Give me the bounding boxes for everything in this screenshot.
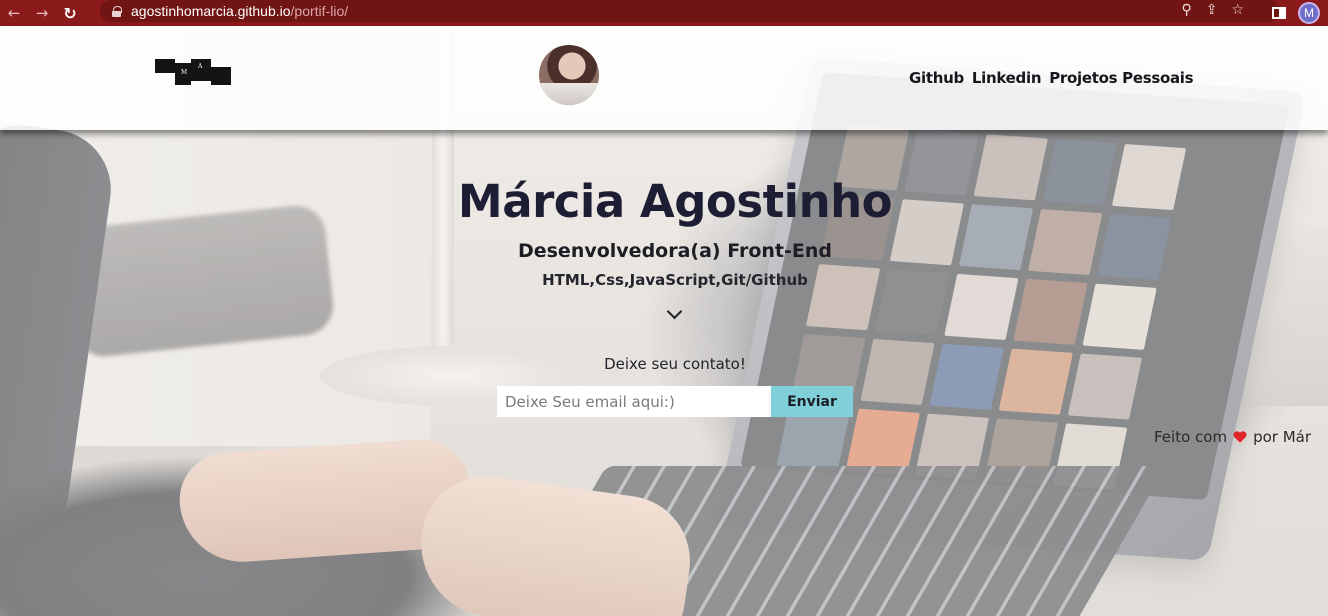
role-subtitle: Desenvolvedora(a) Front-End [517,240,833,262]
email-field[interactable] [497,386,771,417]
url-path: /portif-lio/ [290,3,349,19]
site-header: M A Github Linkedin Projetos Pessoais [0,26,1328,130]
browser-actions: M [1272,0,1320,26]
nav-link-linkedin[interactable]: Linkedin [972,69,1042,87]
profile-photo [539,45,599,105]
browser-toolbar: ← → ↻ agostinhomarcia.github.io/portif-l… [0,0,1328,26]
footer-prefix: Feito com [1154,428,1228,446]
sidepanel-icon[interactable] [1272,7,1286,19]
profile-avatar[interactable]: M [1298,2,1320,24]
nav-link-projetos[interactable]: Projetos Pessoais [1049,69,1193,87]
url-domain: agostinhomarcia.github.io [131,3,291,19]
hero-content: Márcia Agostinho Desenvolvedora(a) Front… [0,130,1328,616]
url-actions: ⚲ ⇪ ☆ [1181,2,1244,18]
logo-letter-m: M [181,69,188,76]
main-nav: Github Linkedin Projetos Pessoais [909,69,1194,87]
forward-icon[interactable]: → [28,0,56,26]
star-icon[interactable]: ☆ [1231,2,1244,18]
address-bar[interactable]: agostinhomarcia.github.io/portif-lio/ ⚲ … [100,0,1280,22]
page-title: Márcia Agostinho [457,175,893,228]
send-button[interactable]: Enviar [771,386,853,417]
reload-icon[interactable]: ↻ [56,0,84,26]
skills-line: HTML,Css,JavaScript,Git/Github [542,271,808,289]
logo-letter-a: A [198,63,203,70]
footer-suffix: por Már [1253,428,1312,446]
zoom-icon[interactable]: ⚲ [1181,2,1191,18]
share-icon[interactable]: ⇪ [1206,2,1218,18]
heart-icon [1233,431,1247,443]
back-icon[interactable]: ← [0,0,28,26]
footer-credit: Feito com por Már [1154,428,1311,446]
nav-link-github[interactable]: Github [909,69,964,87]
chevron-down-icon[interactable] [666,303,683,320]
lock-icon [112,5,122,17]
contact-label: Deixe seu contato! [604,355,746,373]
site-logo[interactable]: M A [155,59,233,87]
